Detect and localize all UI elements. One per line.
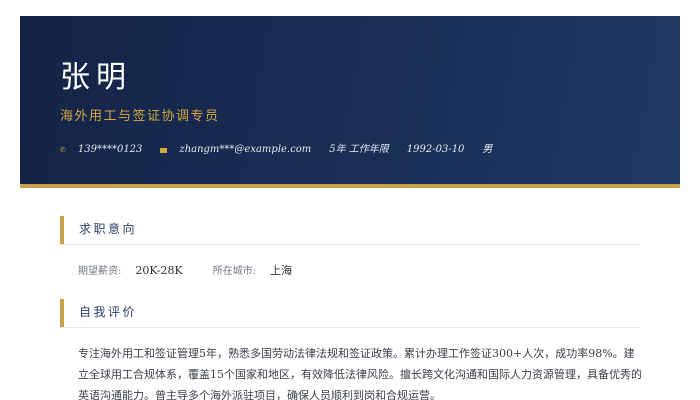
birthdate: 1992-03-10: [406, 144, 465, 155]
gender-item: 男: [482, 143, 492, 157]
resume-page: 张明 海外用工与签证协调专员 ✆ 139****0123 zhangm***@e…: [0, 0, 700, 400]
section-title-self-evaluation: 自我评价: [79, 305, 138, 319]
experience-item: 5年 工作年限: [329, 143, 389, 157]
salary-value: 20K-28K: [135, 264, 183, 277]
phone-icon: ✆: [60, 146, 66, 154]
work-experience: 5年 工作年限: [329, 144, 389, 155]
section-accent-bar: [60, 216, 64, 244]
section-header: 自我评价: [60, 299, 640, 328]
email-item: zhangm***@example.com: [160, 143, 311, 157]
section-title-job-intention: 求职意向: [79, 222, 138, 236]
phone-number: 139****0123: [77, 144, 143, 155]
birthdate-item: 1992-03-10: [407, 143, 465, 157]
email-icon: [160, 147, 168, 153]
salary-label: 期望薪资:: [78, 266, 122, 277]
self-evaluation-section: 自我评价 专注海外用工和签证管理5年，熟悉多国劳动法律法规和签证政策。累计办理工…: [60, 299, 642, 400]
candidate-name: 张明: [60, 60, 132, 95]
section-header: 求职意向: [60, 216, 640, 245]
city-value: 上海: [270, 264, 293, 277]
section-accent-bar: [60, 299, 64, 327]
city-label: 所在城市:: [212, 266, 257, 277]
phone-item: ✆ 139****0123: [60, 143, 142, 157]
candidate-title: 海外用工与签证协调专员: [60, 109, 220, 124]
email-address: zhangm***@example.com: [179, 144, 312, 155]
self-evaluation-text: 专注海外用工和签证管理5年，熟悉多国劳动法律法规和签证政策。累计办理工作签证30…: [78, 347, 642, 400]
job-intention-section: 求职意向 期望薪资: 20K-28K 所在城市: 上海: [60, 216, 640, 286]
gender: 男: [482, 144, 493, 155]
resume-header: 张明 海外用工与签证协调专员 ✆ 139****0123 zhangm***@e…: [20, 16, 680, 188]
job-intention-details: 期望薪资: 20K-28K 所在城市: 上海: [78, 262, 322, 278]
contact-info: ✆ 139****0123 zhangm***@example.com 5年 工…: [60, 143, 510, 157]
